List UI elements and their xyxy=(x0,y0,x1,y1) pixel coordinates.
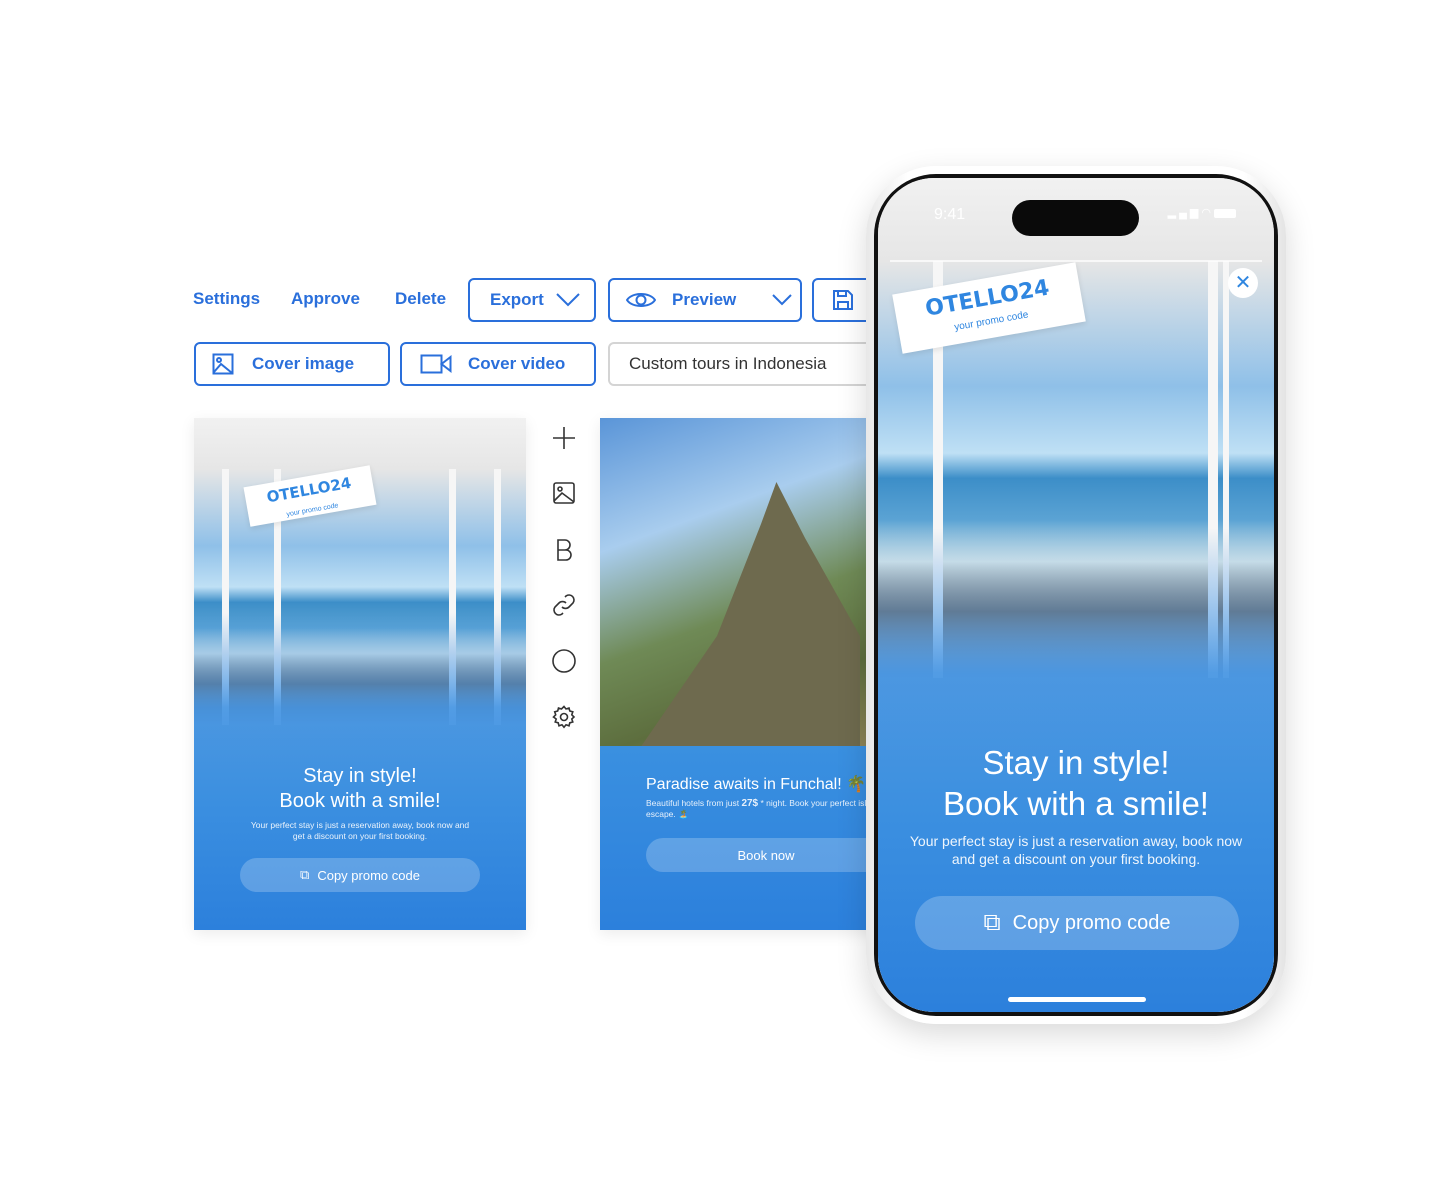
preview-button[interactable]: Preview xyxy=(608,278,802,322)
bold-icon xyxy=(557,539,572,561)
cover-image-button[interactable]: Cover image xyxy=(194,342,390,386)
image-icon xyxy=(212,353,234,375)
story-card-hotel[interactable]: OTELLO24 your promo code Stay in style! Bo… xyxy=(194,418,526,930)
copy-promo-button[interactable]: ⧉ Copy promo code xyxy=(240,858,480,892)
circle-icon xyxy=(552,649,576,673)
phone-screen: 9:41 ▂▄▆◠ ✕ OTELLO24 your promo code Stay… xyxy=(878,178,1274,1012)
card-title: Paradise awaits in Funchal! 🌴 xyxy=(646,776,867,793)
phone-preview: 9:41 ▂▄▆◠ ✕ OTELLO24 your promo code Stay… xyxy=(866,166,1286,1024)
home-indicator xyxy=(1008,997,1146,1002)
link-icon xyxy=(553,594,575,616)
shape-tool[interactable] xyxy=(552,649,576,673)
chevron-down-icon xyxy=(772,294,792,306)
export-label: Export xyxy=(490,290,544,309)
floppy-disk-icon xyxy=(833,290,853,310)
card-body: Beautiful hotels from just 27$ * night. … xyxy=(646,798,881,819)
story-progress-bar xyxy=(890,260,1262,262)
wifi-icon: ◠ xyxy=(1201,207,1214,219)
cover-video-button[interactable]: Cover video xyxy=(400,342,596,386)
settings-link[interactable]: Settings xyxy=(193,289,260,309)
dynamic-island xyxy=(1012,200,1139,236)
copy-icon: ⧉ xyxy=(983,909,1001,936)
status-icons: ▂▄▆◠ xyxy=(1168,206,1236,219)
close-icon: ✕ xyxy=(1234,272,1252,294)
cover-video-label: Cover video xyxy=(468,354,566,373)
gear-icon xyxy=(552,705,576,729)
story-title-value: Custom tours in Indonesia xyxy=(629,354,827,373)
eye-icon xyxy=(626,293,656,307)
delete-link[interactable]: Delete xyxy=(395,289,446,309)
cover-image-label: Cover image xyxy=(252,354,355,373)
card-body: Your perfect stay is just a reservation … xyxy=(250,820,470,841)
card-title: Stay in style! Book with a smile! xyxy=(279,765,441,812)
bold-tool[interactable] xyxy=(552,538,576,562)
image-tool[interactable] xyxy=(552,481,576,505)
add-element-tool[interactable] xyxy=(552,426,576,450)
close-button[interactable]: ✕ xyxy=(1228,268,1258,298)
plus-icon xyxy=(553,427,575,449)
chevron-down-icon xyxy=(556,293,580,307)
signal-icon: ▂▄▆ xyxy=(1167,207,1202,219)
copy-promo-button[interactable]: ⧉ Copy promo code xyxy=(915,896,1239,950)
copy-icon: ⧉ xyxy=(300,867,310,882)
story-title: Stay in style! Book with a smile! xyxy=(943,744,1209,822)
status-time: 9:41 xyxy=(934,206,966,223)
link-tool[interactable] xyxy=(552,593,576,617)
approve-link[interactable]: Approve xyxy=(291,289,360,309)
story-body: Your perfect stay is just a reservation … xyxy=(909,833,1243,867)
image-icon xyxy=(553,482,575,504)
export-button[interactable]: Export xyxy=(468,278,596,322)
video-camera-icon xyxy=(420,354,452,374)
book-now-button[interactable]: Book now xyxy=(646,838,886,872)
preview-label: Preview xyxy=(672,290,737,309)
story-title-input[interactable]: Custom tours in Indonesia xyxy=(608,342,908,386)
settings-tool[interactable] xyxy=(552,705,576,729)
battery-icon xyxy=(1214,208,1236,218)
